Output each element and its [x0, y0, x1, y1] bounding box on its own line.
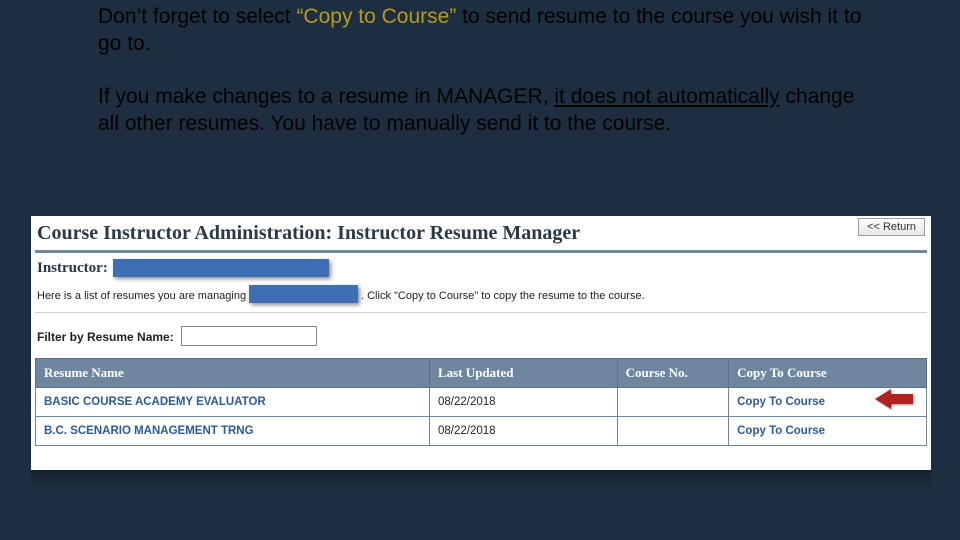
cell-resume-name: BASIC COURSE ACADEMY EVALUATOR	[36, 388, 430, 417]
redacted-managed-name	[249, 285, 358, 303]
instructor-label: Instructor:	[37, 260, 108, 277]
admin-panel: Course Instructor Administration: Instru…	[31, 216, 931, 470]
table-row: B.C. SCENARIO MANAGEMENT TRNG 08/22/2018…	[36, 417, 927, 446]
managing-description-tail: . Click "Copy to Course" to copy the res…	[361, 290, 645, 302]
cell-resume-name: B.C. SCENARIO MANAGEMENT TRNG	[36, 417, 430, 446]
cell-copy: Copy To Course	[729, 417, 927, 446]
panel-header: Course Instructor Administration: Instru…	[31, 216, 931, 250]
divider-thin	[35, 312, 927, 313]
intro-highlight: “Copy to Course”	[296, 5, 456, 28]
col-header-updated: Last Updated	[430, 359, 618, 388]
col-header-course: Course No.	[617, 359, 728, 388]
col-header-name: Resume Name	[36, 359, 430, 388]
cell-last-updated: 08/22/2018	[430, 417, 618, 446]
divider	[35, 250, 927, 253]
panel-title: Course Instructor Administration: Instru…	[37, 222, 580, 245]
filter-input[interactable]	[181, 326, 317, 346]
redacted-instructor-name	[113, 259, 329, 277]
resume-table: Resume Name Last Updated Course No. Copy…	[35, 358, 927, 446]
intro2-underline: it does not automatically	[554, 85, 779, 108]
copy-to-course-link[interactable]: Copy To Course	[737, 425, 825, 437]
copy-to-course-link[interactable]: Copy To Course	[737, 396, 825, 408]
instruction-text: Don’t forget to select “Copy to Course” …	[98, 4, 868, 138]
cell-course-no	[617, 417, 728, 446]
intro-pre: Don’t forget to select	[98, 5, 296, 28]
return-button[interactable]: << Return	[858, 218, 925, 236]
cell-last-updated: 08/22/2018	[430, 388, 618, 417]
managing-description-lead: Here is a list of resumes you are managi…	[37, 290, 262, 302]
filter-label: Filter by Resume Name:	[37, 330, 174, 344]
col-header-copy: Copy To Course	[729, 359, 927, 388]
cell-course-no	[617, 388, 728, 417]
intro2-pre: If you make changes to a resume in MANAG…	[98, 85, 554, 108]
table-row: BASIC COURSE ACADEMY EVALUATOR 08/22/201…	[36, 388, 927, 417]
slide: Don’t forget to select “Copy to Course” …	[0, 0, 960, 540]
table-header-row: Resume Name Last Updated Course No. Copy…	[36, 359, 927, 388]
cell-copy: Copy To Course	[729, 388, 927, 417]
panel-shadow	[31, 470, 931, 488]
